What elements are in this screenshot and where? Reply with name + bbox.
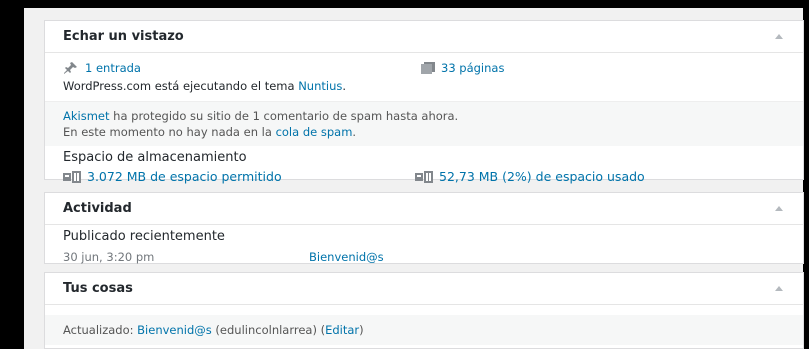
akismet-line2-suffix: . (352, 125, 357, 139)
updated-post-link[interactable]: Bienvenid@s (137, 323, 212, 337)
collapse-icon[interactable] (775, 34, 783, 39)
collapse-icon[interactable] (775, 206, 783, 211)
akismet-line2-prefix: En este momento no hay nada en la (63, 125, 276, 139)
akismet-line-1: Akismet ha protegido su sitio de 1 comen… (63, 108, 785, 124)
dashboard-canvas: Echar un vistazo 1 entrada 33 páginas Wo… (24, 8, 804, 349)
theme-prefix: WordPress.com está ejecutando el tema (63, 79, 299, 93)
your-stuff-widget: Tus cosas Actualizado: Bienvenid@s (edul… (44, 272, 804, 349)
spam-queue-link[interactable]: cola de spam (276, 125, 353, 139)
activity-post-link[interactable]: Bienvenid@s (309, 250, 384, 264)
storage-allowed-link[interactable]: 3.072 MB de espacio permitido (87, 169, 282, 184)
glance-title: Echar un vistazo (63, 29, 184, 44)
activity-title: Actividad (63, 201, 132, 216)
collapse-icon[interactable] (775, 286, 783, 291)
edit-link[interactable]: Editar (325, 323, 359, 337)
activity-header[interactable]: Actividad (45, 193, 803, 225)
storage-title: Espacio de almacenamiento (63, 150, 247, 165)
pages-count[interactable]: 33 páginas (421, 61, 504, 75)
storage-row: 3.072 MB de espacio permitido 52,73 MB (… (45, 165, 803, 184)
your-stuff-title: Tus cosas (63, 281, 133, 296)
storage-used[interactable]: 52,73 MB (2%) de espacio usado (415, 169, 645, 184)
pages-icon (421, 62, 435, 74)
updated-middle: (edulincolnlarrea) ( (211, 323, 326, 337)
activity-row: 30 jun, 3:20 pm Bienvenid@s (45, 244, 803, 264)
akismet-text: ha protegido su sitio de 1 comentario de… (109, 109, 459, 123)
posts-link[interactable]: 1 entrada (85, 61, 141, 75)
storage-used-link[interactable]: 52,73 MB (2%) de espacio usado (439, 169, 645, 184)
storage-icon (415, 170, 433, 184)
your-stuff-header[interactable]: Tus cosas (45, 273, 803, 305)
activity-date: 30 jun, 3:20 pm (63, 250, 155, 264)
glance-counts: 1 entrada 33 páginas (45, 53, 803, 75)
akismet-line-2: En este momento no hay nada en la cola d… (63, 124, 785, 140)
akismet-panel: Akismet ha protegido su sitio de 1 comen… (45, 101, 803, 146)
storage-allowed[interactable]: 3.072 MB de espacio permitido (63, 169, 415, 184)
pages-link[interactable]: 33 páginas (441, 61, 504, 75)
your-stuff-row: Actualizado: Bienvenid@s (edulincolnlarr… (45, 315, 803, 345)
updated-prefix: Actualizado: (63, 323, 138, 337)
theme-suffix: . (342, 79, 347, 93)
theme-link[interactable]: Nuntius (298, 79, 342, 93)
window-frame-left (0, 0, 24, 349)
glance-widget: Echar un vistazo 1 entrada 33 páginas Wo… (44, 20, 804, 184)
activity-widget: Actividad Publicado recientemente 30 jun… (44, 192, 804, 264)
glance-header[interactable]: Echar un vistazo (45, 21, 803, 53)
storage-icon (63, 170, 81, 184)
akismet-link[interactable]: Akismet (63, 109, 110, 123)
activity-subtitle: Publicado recientemente (63, 229, 225, 244)
posts-count[interactable]: 1 entrada (63, 61, 421, 75)
pin-icon (63, 61, 79, 75)
window-frame-top (0, 0, 809, 8)
theme-info: WordPress.com está ejecutando el tema Nu… (45, 75, 803, 93)
updated-suffix: ) (359, 323, 364, 337)
